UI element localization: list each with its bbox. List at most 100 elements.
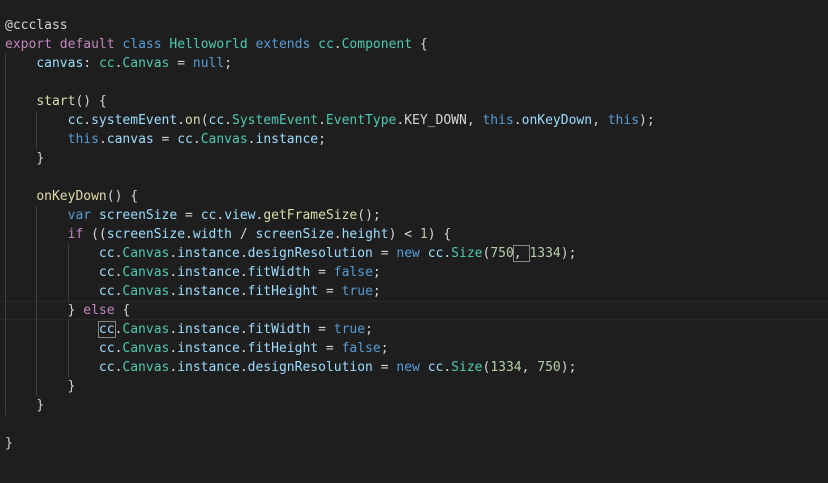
code-line[interactable]: } bbox=[5, 377, 655, 396]
code-token: instance bbox=[177, 322, 240, 337]
code-token: Canvas bbox=[122, 56, 170, 71]
code-token: = bbox=[177, 208, 201, 223]
code-token: else bbox=[83, 303, 115, 318]
indent-guide bbox=[5, 92, 6, 111]
code-token: cc bbox=[318, 37, 334, 52]
code-token: Component bbox=[341, 37, 413, 52]
code-line[interactable] bbox=[5, 415, 655, 434]
code-line[interactable]: if ((screenSize.width / screenSize.heigh… bbox=[5, 225, 655, 244]
code-line[interactable]: cc.systemEvent.on(cc.SystemEvent.EventTy… bbox=[5, 111, 655, 130]
code-line[interactable]: } bbox=[5, 434, 655, 453]
indent-guide bbox=[36, 282, 38, 301]
code-token: ) < bbox=[388, 227, 420, 242]
code-token: / bbox=[232, 227, 256, 242]
code-line[interactable]: export default class Helloworld extends … bbox=[5, 35, 655, 54]
indent-guide bbox=[36, 320, 38, 339]
code-token: canvas bbox=[36, 56, 84, 71]
code-line[interactable]: start() { bbox=[5, 92, 655, 111]
code-token: KEY_DOWN bbox=[404, 113, 467, 128]
code-token: (( bbox=[83, 227, 107, 242]
code-token: ); bbox=[560, 246, 577, 261]
code-token: getFrameSize bbox=[263, 208, 358, 223]
code-token: cc bbox=[98, 360, 115, 375]
code-line[interactable]: cc.Canvas.instance.fitHeight = true; bbox=[5, 282, 655, 301]
indent-guide bbox=[36, 111, 38, 130]
code-line[interactable]: cc.Canvas.instance.designResolution = ne… bbox=[5, 244, 655, 263]
code-line[interactable]: cc.Canvas.instance.designResolution = ne… bbox=[5, 358, 655, 377]
code-token: { bbox=[114, 303, 131, 318]
code-token: , bbox=[592, 113, 608, 128]
code-line[interactable] bbox=[5, 73, 655, 92]
code-token: start bbox=[36, 94, 76, 109]
code-line[interactable]: cc.Canvas.instance.fitHeight = false; bbox=[5, 339, 655, 358]
code-line[interactable]: this.canvas = cc.Canvas.instance; bbox=[5, 130, 655, 149]
code-token: cc bbox=[67, 113, 84, 128]
indent-guide bbox=[5, 206, 6, 225]
code-line[interactable]: @ccclass bbox=[5, 16, 655, 35]
code-token: Size bbox=[451, 360, 483, 375]
indent-guide bbox=[5, 54, 6, 73]
code-token: cc bbox=[98, 56, 115, 71]
code-token: extends bbox=[255, 37, 311, 52]
code-token: } bbox=[67, 379, 76, 394]
code-token: screenSize bbox=[106, 227, 186, 242]
code-area[interactable]: @ccclass export default class Helloworld … bbox=[0, 16, 828, 453]
code-line[interactable]: canvas: cc.Canvas = null; bbox=[5, 54, 655, 73]
indent-guide bbox=[5, 339, 6, 358]
code-token: export bbox=[5, 37, 52, 52]
code-token: class bbox=[122, 37, 162, 52]
indent-guide bbox=[67, 339, 69, 358]
code-token: instance bbox=[177, 341, 240, 356]
code-line[interactable]: } bbox=[5, 149, 655, 168]
code-token: designResolution bbox=[247, 360, 373, 375]
code-token: Canvas bbox=[122, 246, 170, 261]
code-token: . bbox=[333, 227, 342, 242]
code-line[interactable]: onKeyDown() { bbox=[5, 187, 655, 206]
indent-guide bbox=[5, 244, 6, 263]
code-token: . bbox=[216, 208, 225, 223]
code-token: view bbox=[224, 208, 256, 223]
code-token: instance bbox=[255, 132, 319, 147]
code-token: fitHeight bbox=[247, 284, 319, 299]
code-token: . bbox=[239, 284, 248, 299]
code-token: ; bbox=[380, 341, 389, 356]
code-token: . bbox=[192, 132, 201, 147]
code-line[interactable]: } else { bbox=[0, 301, 828, 320]
code-token: ( bbox=[200, 113, 209, 128]
code-editor[interactable]: @ccclass export default class Helloworld … bbox=[0, 0, 828, 483]
code-token: systemEvent bbox=[91, 113, 178, 128]
code-token: onKeyDown bbox=[521, 113, 593, 128]
code-token: , bbox=[466, 113, 483, 128]
code-token: . bbox=[443, 360, 452, 375]
code-token: false bbox=[333, 265, 373, 280]
code-token: cc bbox=[98, 284, 115, 299]
code-token: @ccclass bbox=[5, 18, 68, 33]
code-line[interactable]: cc.Canvas.instance.fitWidth = true; bbox=[5, 320, 655, 339]
code-token: cc bbox=[427, 246, 444, 261]
indent-guide bbox=[36, 339, 38, 358]
code-line[interactable]: } bbox=[5, 396, 655, 415]
code-token: . bbox=[98, 132, 107, 147]
code-line[interactable]: var screenSize = cc.view.getFrameSize(); bbox=[5, 206, 655, 225]
code-line[interactable]: cc.Canvas.instance.fitWidth = false; bbox=[5, 263, 655, 282]
code-token: . bbox=[318, 113, 326, 128]
indent-guide bbox=[36, 263, 38, 282]
code-token: cc bbox=[427, 360, 444, 375]
indent-guide bbox=[5, 320, 6, 339]
code-token: , bbox=[512, 245, 531, 262]
code-line[interactable] bbox=[5, 168, 655, 187]
indent-guide bbox=[36, 225, 38, 244]
code-token: 750 bbox=[490, 246, 514, 261]
code-token: fitWidth bbox=[247, 265, 311, 280]
